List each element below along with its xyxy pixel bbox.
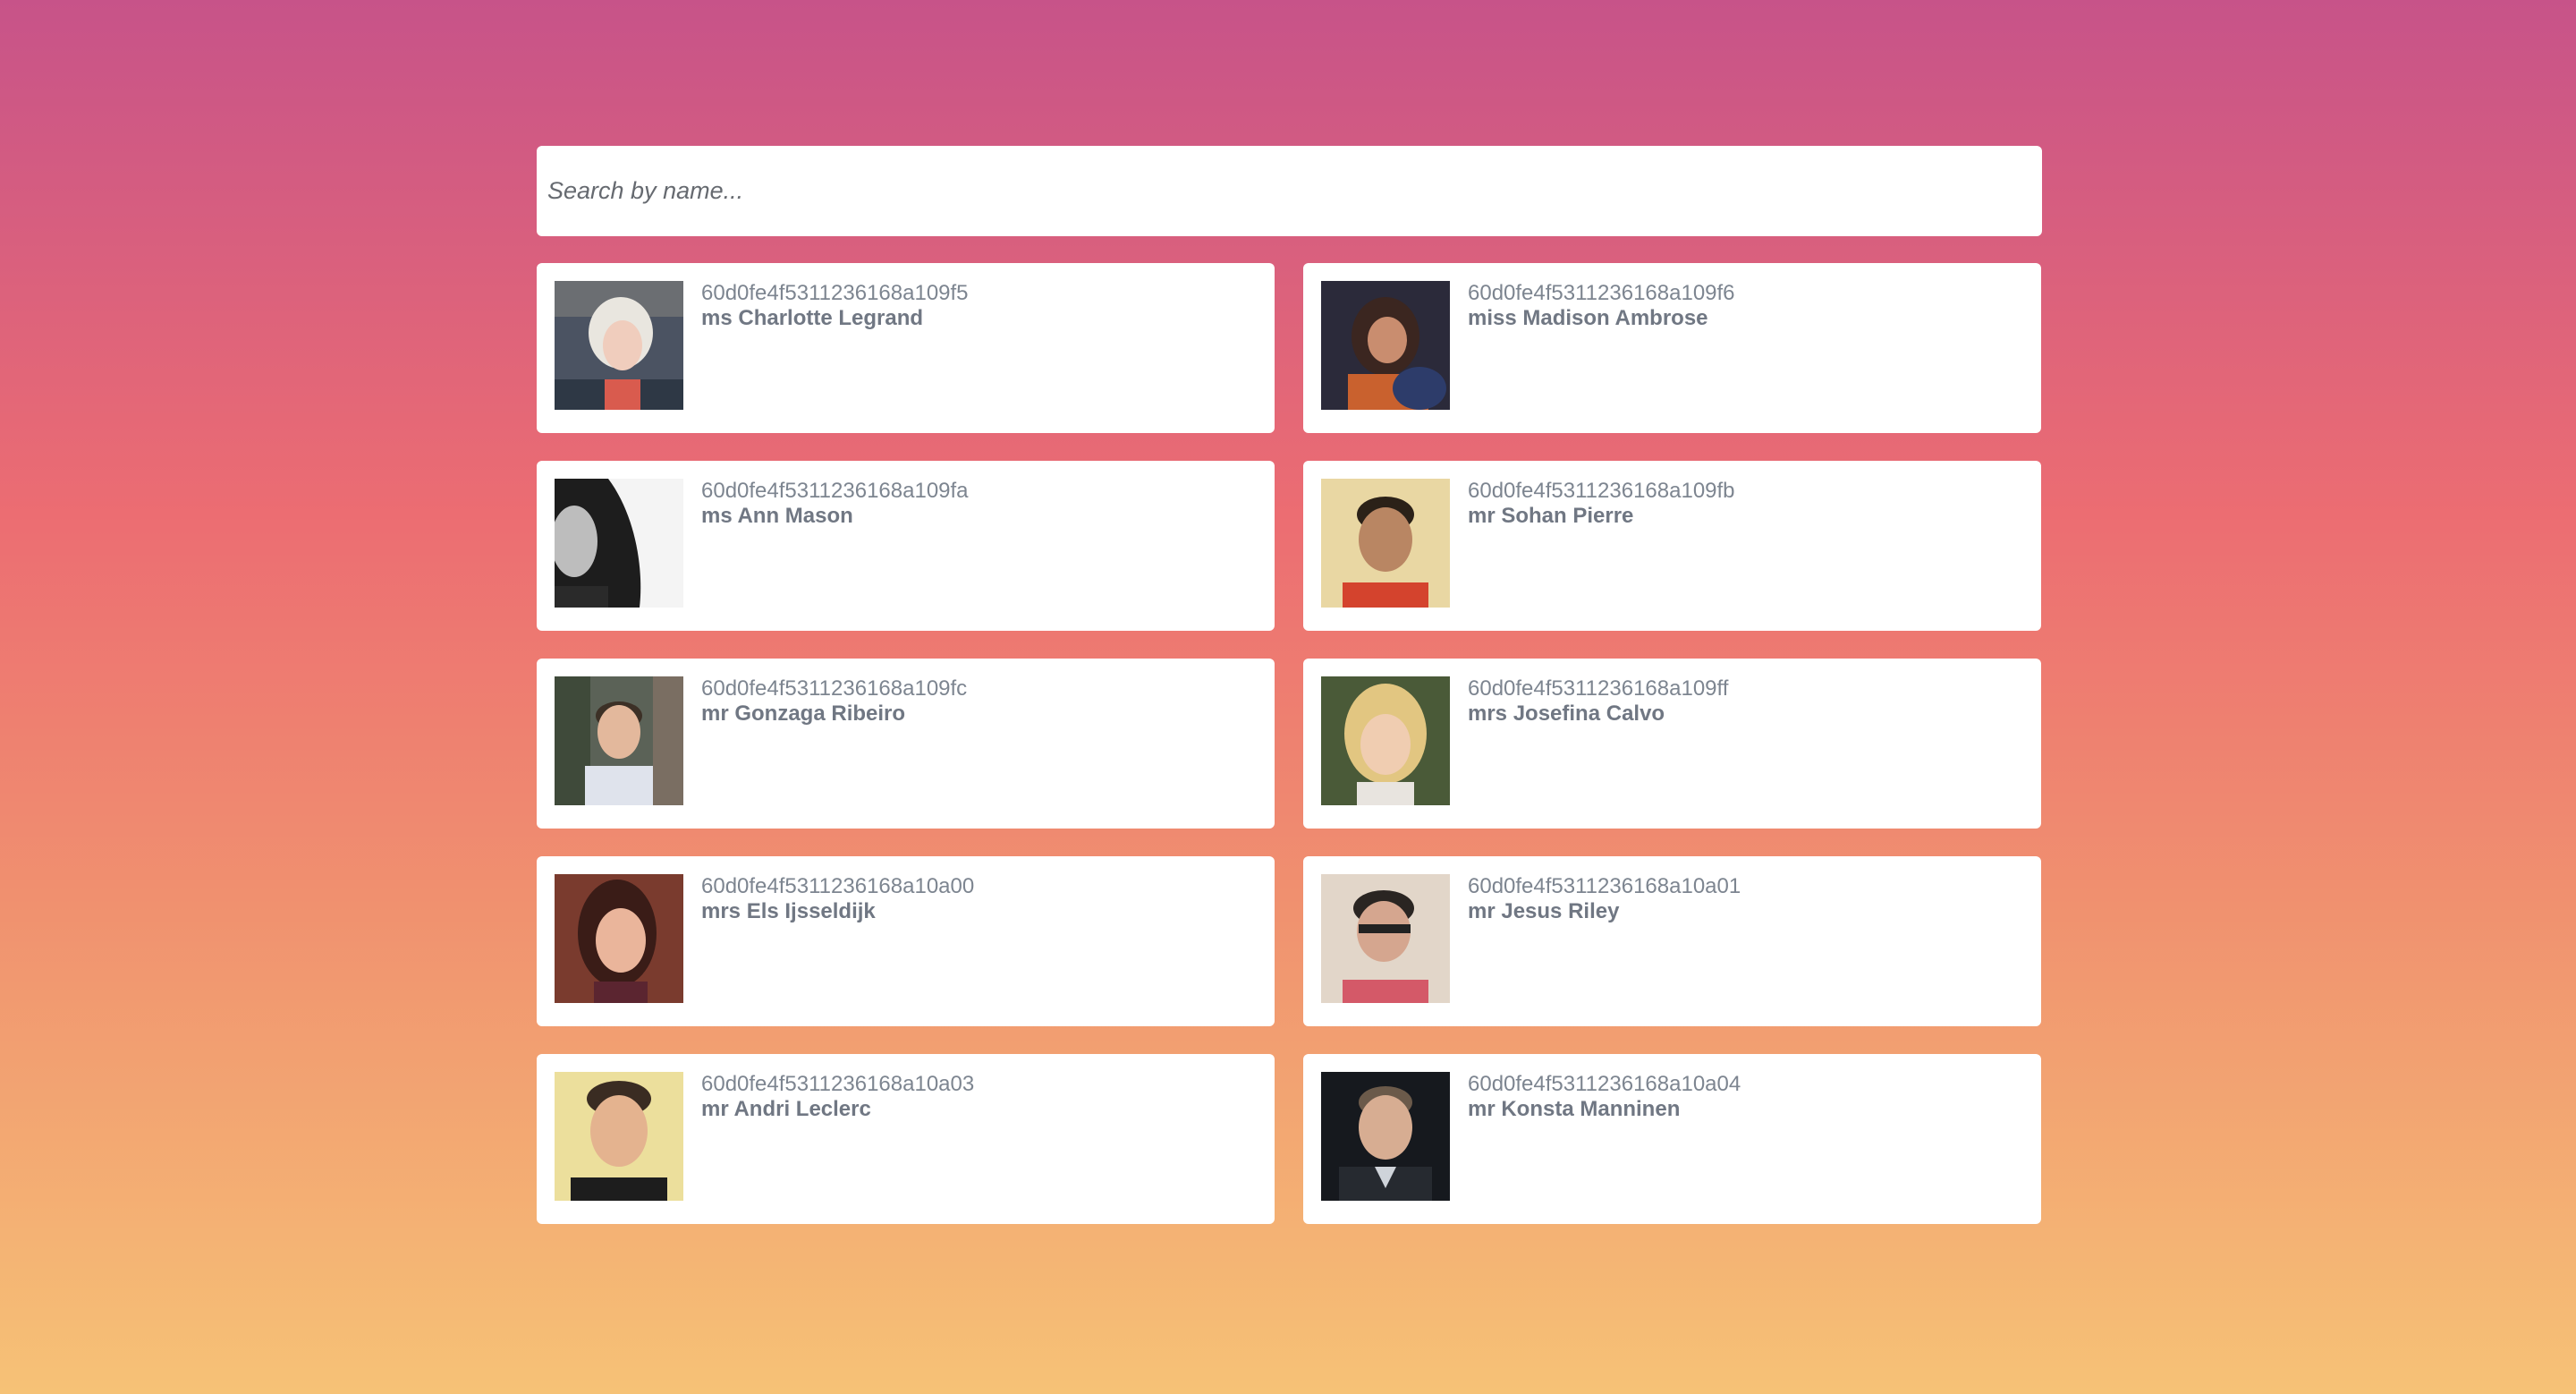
- avatar-photo: [555, 676, 683, 805]
- user-grid: 60d0fe4f5311236168a109f5 ms Charlotte Le…: [537, 263, 2041, 1224]
- user-id: 60d0fe4f5311236168a10a01: [1468, 874, 1741, 898]
- user-id: 60d0fe4f5311236168a109fb: [1468, 479, 1735, 503]
- user-name: ms Charlotte Legrand: [701, 306, 924, 330]
- avatar-photo: [1321, 874, 1450, 1003]
- user-card[interactable]: 60d0fe4f5311236168a109f5 ms Charlotte Le…: [537, 263, 1275, 433]
- user-name: mr Gonzaga Ribeiro: [701, 701, 906, 726]
- user-name: miss Madison Ambrose: [1468, 306, 1708, 330]
- user-name: mrs Josefina Calvo: [1468, 701, 1665, 726]
- avatar: [555, 281, 683, 410]
- user-card[interactable]: 60d0fe4f5311236168a10a01 mr Jesus Riley: [1303, 856, 2041, 1026]
- user-name: mr Jesus Riley: [1468, 899, 1620, 923]
- user-id: 60d0fe4f5311236168a10a03: [701, 1072, 975, 1096]
- avatar: [1321, 479, 1450, 608]
- user-card[interactable]: 60d0fe4f5311236168a10a04 mr Konsta Manni…: [1303, 1054, 2041, 1224]
- user-id: 60d0fe4f5311236168a109f6: [1468, 281, 1735, 305]
- user-name: ms Ann Mason: [701, 504, 853, 528]
- user-card[interactable]: 60d0fe4f5311236168a10a00 mrs Els Ijsseld…: [537, 856, 1275, 1026]
- avatar-photo: [1321, 281, 1450, 410]
- avatar: [1321, 281, 1450, 410]
- avatar-photo: [555, 874, 683, 1003]
- avatar: [555, 676, 683, 805]
- user-card[interactable]: 60d0fe4f5311236168a109fc mr Gonzaga Ribe…: [537, 659, 1275, 829]
- user-id: 60d0fe4f5311236168a109f5: [701, 281, 969, 305]
- avatar-photo: [1321, 479, 1450, 608]
- user-name: mr Andri Leclerc: [701, 1097, 871, 1121]
- user-id: 60d0fe4f5311236168a10a00: [701, 874, 975, 898]
- avatar-photo: [555, 479, 683, 608]
- user-card[interactable]: 60d0fe4f5311236168a109f6 miss Madison Am…: [1303, 263, 2041, 433]
- avatar-photo: [555, 1072, 683, 1201]
- user-name: mrs Els Ijsseldijk: [701, 899, 876, 923]
- user-card[interactable]: 60d0fe4f5311236168a10a03 mr Andri Lecler…: [537, 1054, 1275, 1224]
- user-card[interactable]: 60d0fe4f5311236168a109ff mrs Josefina Ca…: [1303, 659, 2041, 829]
- user-name: mr Sohan Pierre: [1468, 504, 1634, 528]
- search-box[interactable]: [537, 146, 2042, 236]
- user-card[interactable]: 60d0fe4f5311236168a109fa ms Ann Mason: [537, 461, 1275, 631]
- user-id: 60d0fe4f5311236168a109fc: [701, 676, 968, 701]
- user-card[interactable]: 60d0fe4f5311236168a109fb mr Sohan Pierre: [1303, 461, 2041, 631]
- avatar-photo: [555, 281, 683, 410]
- avatar: [555, 874, 683, 1003]
- search-input[interactable]: [537, 146, 2042, 236]
- avatar: [555, 479, 683, 608]
- avatar: [555, 1072, 683, 1201]
- avatar-photo: [1321, 676, 1450, 805]
- avatar: [1321, 676, 1450, 805]
- avatar: [1321, 874, 1450, 1003]
- avatar: [1321, 1072, 1450, 1201]
- user-name: mr Konsta Manninen: [1468, 1097, 1681, 1121]
- user-id: 60d0fe4f5311236168a10a04: [1468, 1072, 1741, 1096]
- user-id: 60d0fe4f5311236168a109ff: [1468, 676, 1729, 701]
- user-id: 60d0fe4f5311236168a109fa: [701, 479, 969, 503]
- avatar-photo: [1321, 1072, 1450, 1201]
